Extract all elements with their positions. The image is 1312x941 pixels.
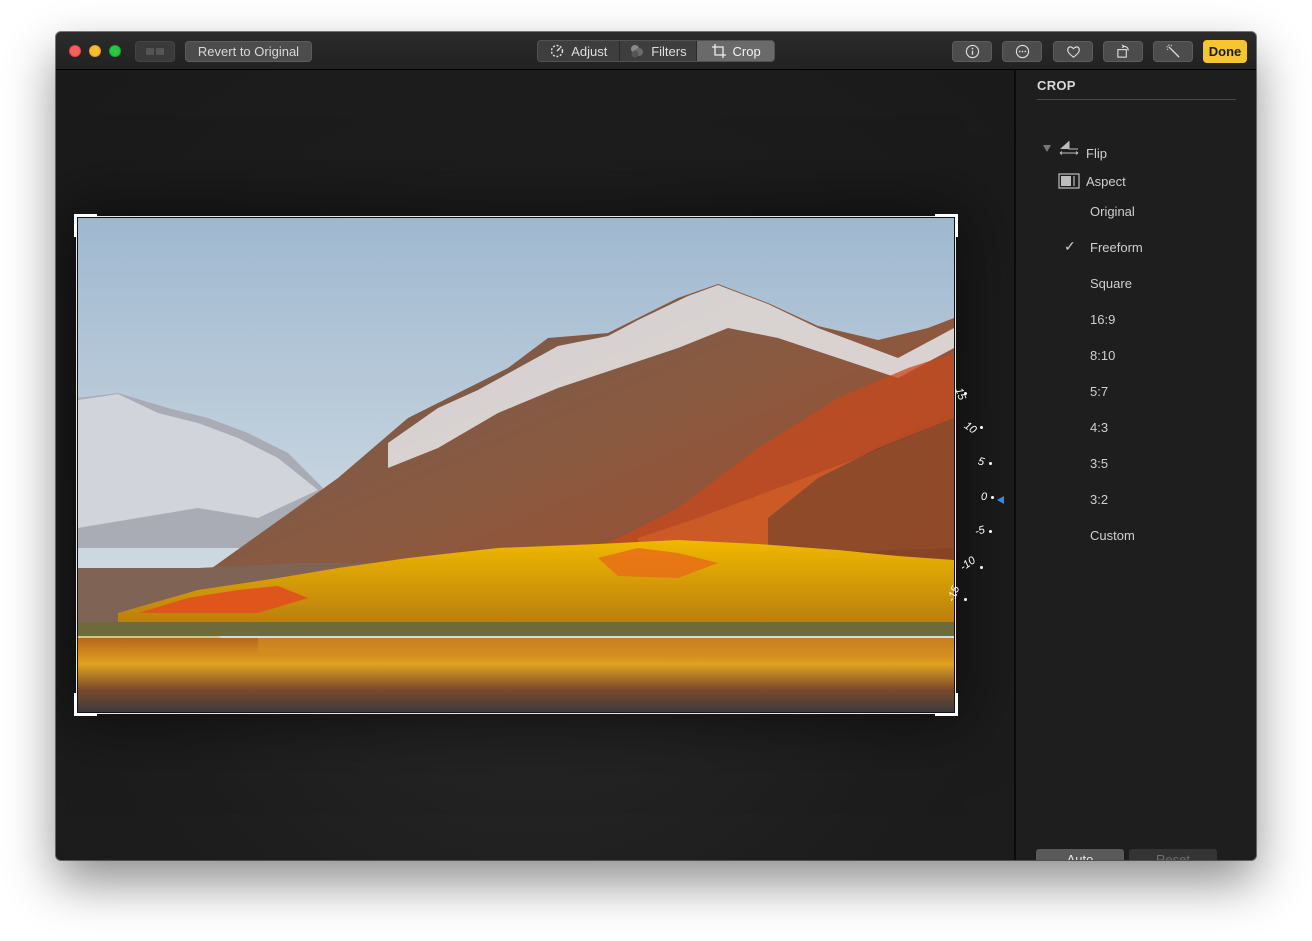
aspect-option-8-10[interactable]: 8:10	[1090, 348, 1115, 363]
aspect-option-3-2[interactable]: 3:2	[1090, 492, 1108, 507]
dial-tick	[964, 392, 967, 395]
panel-title: CROP	[1037, 78, 1076, 93]
dial-tick	[989, 462, 992, 465]
edit-mode-tabs: Adjust Filters Crop	[537, 40, 775, 62]
photos-edit-window: Revert to Original Adjust Filters Crop D…	[56, 32, 1256, 860]
dial-label-minus-5: -5	[973, 523, 987, 539]
tab-adjust[interactable]: Adjust	[538, 41, 620, 61]
dial-label-minus-10: -10	[957, 554, 978, 574]
heart-icon	[1066, 46, 1080, 58]
dial-label-0: 0	[981, 491, 988, 503]
adjust-dial-icon	[551, 44, 564, 58]
landscape-photo	[78, 218, 954, 712]
tab-filters[interactable]: Filters	[620, 41, 698, 61]
crop-panel: CROP Flip Aspect ✓ Original Freeform Squ…	[1016, 70, 1256, 860]
dial-label-5: 5	[976, 455, 986, 469]
aspect-disclosure-triangle[interactable]	[1043, 145, 1051, 152]
dial-tick	[980, 566, 983, 569]
rotate-icon	[1116, 44, 1129, 58]
aspect-option-16-9[interactable]: 16:9	[1090, 312, 1115, 327]
auto-enhance-button[interactable]	[1153, 41, 1193, 62]
aspect-label: Aspect	[1086, 174, 1126, 189]
sidebar-toggle-button[interactable]	[135, 41, 175, 62]
aspect-option-3-5[interactable]: 3:5	[1090, 456, 1108, 471]
edit-canvas: 15 10 5 0 -5 -10 -15	[56, 70, 1014, 860]
panel-divider-line	[1037, 99, 1236, 100]
aspect-option-4-3[interactable]: 4:3	[1090, 420, 1108, 435]
dial-tick	[964, 598, 967, 601]
info-button[interactable]	[952, 41, 992, 62]
dial-tick	[991, 496, 994, 499]
toolbar: Revert to Original Adjust Filters Crop D…	[56, 32, 1256, 70]
sidebar-icon	[146, 48, 154, 55]
done-button[interactable]: Done	[1203, 40, 1247, 63]
checkmark-icon: ✓	[1064, 238, 1076, 254]
aspect-option-freeform[interactable]: Freeform	[1090, 240, 1143, 255]
reset-crop-button[interactable]: Reset	[1129, 849, 1217, 860]
filters-circles-icon	[631, 45, 644, 58]
tab-adjust-label: Adjust	[571, 43, 608, 59]
aspect-option-custom[interactable]: Custom	[1090, 528, 1135, 543]
rotate-button[interactable]	[1103, 41, 1143, 62]
crop-icon	[711, 44, 726, 58]
photo-preview[interactable]	[78, 218, 954, 712]
flip-icon	[1059, 141, 1079, 155]
tab-crop[interactable]: Crop	[697, 41, 774, 61]
more-icon	[1015, 44, 1029, 59]
aspect-option-5-7[interactable]: 5:7	[1090, 384, 1108, 399]
aspect-icon	[1058, 173, 1080, 189]
auto-crop-button[interactable]: Auto	[1036, 849, 1124, 860]
minimize-window-button[interactable]	[89, 45, 101, 57]
zoom-window-button[interactable]	[109, 45, 121, 57]
aspect-option-original[interactable]: Original	[1090, 204, 1135, 219]
favorite-button[interactable]	[1053, 41, 1093, 62]
sidebar-icon-right	[156, 48, 164, 55]
tab-filters-label: Filters	[651, 43, 687, 59]
info-icon	[965, 44, 979, 59]
dial-tick	[980, 426, 983, 429]
revert-to-original-button[interactable]: Revert to Original	[185, 41, 312, 62]
tab-crop-label: Crop	[732, 43, 761, 59]
flip-label: Flip	[1086, 146, 1107, 161]
magic-wand-icon	[1165, 44, 1180, 58]
dial-tick	[989, 530, 992, 533]
more-button[interactable]	[1002, 41, 1042, 62]
dial-label-10: 10	[961, 419, 979, 437]
close-window-button[interactable]	[69, 45, 81, 57]
aspect-option-square[interactable]: Square	[1090, 276, 1132, 291]
dial-current-indicator	[997, 496, 1004, 504]
